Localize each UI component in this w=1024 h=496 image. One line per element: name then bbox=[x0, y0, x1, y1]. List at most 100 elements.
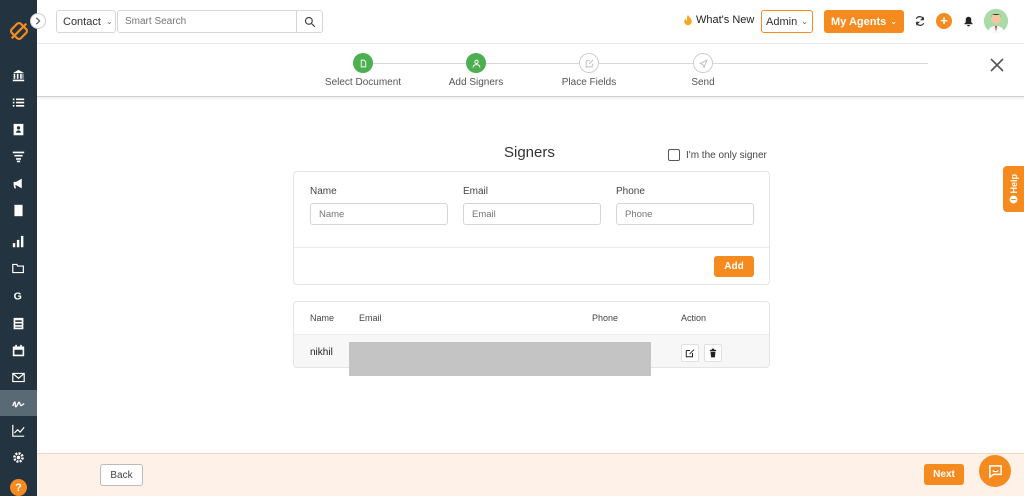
sidebar-item-google[interactable]: G bbox=[0, 282, 37, 308]
my-agents-label: My Agents bbox=[831, 15, 887, 28]
my-agents-button[interactable]: My Agents ⌄ bbox=[824, 10, 904, 33]
whats-new-label: What's New bbox=[696, 14, 755, 26]
search-icon bbox=[304, 16, 315, 27]
step-label: Place Fields bbox=[561, 77, 617, 88]
edit-signer-button[interactable] bbox=[681, 344, 699, 362]
chat-launcher-button[interactable] bbox=[979, 455, 1011, 487]
step-place-fields[interactable]: Place Fields bbox=[544, 53, 634, 88]
sidebar-item-reports[interactable] bbox=[0, 228, 37, 254]
sidebar-item-esign[interactable] bbox=[0, 390, 37, 416]
quick-add-button[interactable]: + bbox=[936, 13, 952, 29]
fire-icon bbox=[684, 14, 692, 26]
whats-new-link[interactable]: What's New bbox=[682, 14, 754, 26]
next-button[interactable]: Next bbox=[924, 464, 964, 485]
sidebar-item-campaigns[interactable] bbox=[0, 170, 37, 196]
name-field-label: Name bbox=[310, 186, 337, 197]
name-field[interactable] bbox=[310, 203, 448, 225]
sidebar-item-list[interactable] bbox=[0, 89, 37, 115]
close-button[interactable] bbox=[989, 57, 1005, 73]
contact-dropdown-label: Contact bbox=[63, 15, 101, 28]
phone-field-label: Phone bbox=[616, 186, 645, 197]
step-send[interactable]: Send bbox=[658, 53, 748, 88]
edit-icon bbox=[585, 59, 593, 67]
email-field[interactable] bbox=[463, 203, 601, 225]
sidebar-item-files[interactable] bbox=[0, 255, 37, 281]
chevron-down-icon: ⌄ bbox=[890, 17, 897, 26]
smart-search-input[interactable] bbox=[117, 10, 297, 33]
sidebar-item-dashboard[interactable] bbox=[0, 62, 37, 88]
document-icon bbox=[360, 59, 366, 67]
form-divider bbox=[294, 247, 769, 248]
admin-dropdown[interactable]: Admin ⌄ bbox=[761, 10, 813, 33]
email-field-label: Email bbox=[463, 186, 489, 197]
bell-icon bbox=[963, 16, 973, 26]
info-circle-icon bbox=[1009, 195, 1018, 204]
document-icon bbox=[14, 204, 23, 216]
help-circle-icon[interactable]: ? bbox=[10, 479, 27, 496]
close-icon bbox=[990, 58, 1004, 72]
sidebar-item-documents[interactable] bbox=[0, 197, 37, 223]
chevron-right-icon bbox=[35, 17, 41, 25]
sidebar-item-spreadsheet[interactable] bbox=[0, 310, 37, 336]
table-icon bbox=[13, 317, 24, 329]
trash-icon bbox=[709, 348, 717, 358]
refresh-icon bbox=[915, 16, 925, 26]
google-icon: G bbox=[14, 290, 22, 301]
add-signer-button[interactable]: Add bbox=[714, 256, 754, 277]
signers-title: Signers bbox=[504, 144, 555, 161]
top-bar: Contact ⌄ What's New Admin ⌄ My Agents ⌄… bbox=[37, 0, 1024, 44]
only-signer-checkbox[interactable] bbox=[668, 149, 680, 161]
send-icon bbox=[698, 58, 708, 68]
sidebar-item-settings[interactable] bbox=[0, 444, 37, 470]
megaphone-icon bbox=[13, 178, 22, 188]
notifications-button[interactable] bbox=[960, 13, 976, 29]
user-avatar[interactable] bbox=[984, 9, 1008, 33]
gear-icon bbox=[13, 451, 24, 463]
brand-logo-icon[interactable] bbox=[8, 20, 30, 42]
folder-open-icon bbox=[12, 263, 24, 273]
step-label: Send bbox=[691, 77, 715, 88]
calendar-icon bbox=[12, 344, 25, 356]
sidebar: G ? bbox=[0, 0, 37, 496]
sidebar-item-funnel[interactable] bbox=[0, 143, 37, 169]
sidebar-toggle-button[interactable] bbox=[30, 13, 46, 29]
back-button[interactable]: Back bbox=[100, 464, 143, 486]
admin-dropdown-label: Admin bbox=[766, 15, 798, 28]
app-root: G ? Contact ⌄ What's New Admin ⌄ My Agen… bbox=[0, 0, 1024, 496]
refresh-button[interactable] bbox=[912, 13, 928, 29]
add-signer-form: Name Email Phone Add bbox=[293, 171, 770, 285]
sidebar-item-calendar[interactable] bbox=[0, 337, 37, 363]
edit-icon bbox=[685, 349, 695, 358]
only-signer-option[interactable]: I'm the only signer bbox=[668, 149, 767, 161]
help-tab-label: Help bbox=[1008, 173, 1019, 194]
list-icon bbox=[12, 97, 25, 107]
help-tab[interactable]: Help bbox=[1003, 166, 1024, 212]
envelope-icon bbox=[12, 372, 25, 382]
svg-text:G: G bbox=[14, 290, 22, 301]
column-header-email: Email bbox=[359, 313, 382, 323]
step-status-dot bbox=[693, 53, 713, 73]
column-header-name: Name bbox=[310, 313, 335, 323]
step-add-signers[interactable]: Add Signers bbox=[431, 53, 521, 88]
funnel-icon bbox=[12, 151, 25, 162]
column-header-phone: Phone bbox=[592, 313, 619, 323]
user-icon bbox=[472, 59, 480, 67]
step-label: Add Signers bbox=[448, 77, 504, 88]
search-button[interactable] bbox=[296, 10, 323, 33]
chevron-down-icon: ⌄ bbox=[105, 17, 113, 26]
column-header-action: Action bbox=[681, 313, 707, 323]
step-status-dot bbox=[579, 53, 599, 73]
signature-icon bbox=[12, 400, 25, 407]
contact-card-icon bbox=[13, 123, 24, 135]
phone-field[interactable] bbox=[616, 203, 754, 225]
delete-signer-button[interactable] bbox=[704, 344, 722, 362]
step-label: Select Document bbox=[324, 77, 402, 88]
contact-dropdown[interactable]: Contact ⌄ bbox=[56, 10, 116, 33]
step-select-document[interactable]: Select Document bbox=[318, 53, 408, 88]
sidebar-item-analytics[interactable] bbox=[0, 417, 37, 443]
redacted-contact-info bbox=[349, 342, 651, 376]
step-status-dot bbox=[353, 53, 373, 73]
wizard-footer: Back Next bbox=[37, 453, 1024, 496]
sidebar-item-email[interactable] bbox=[0, 364, 37, 390]
sidebar-item-contacts[interactable] bbox=[0, 116, 37, 142]
